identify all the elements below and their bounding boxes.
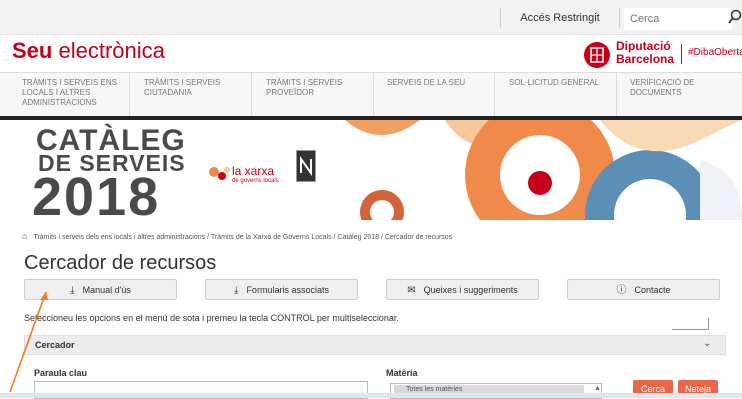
search-icon[interactable] [728,9,742,25]
envelope-icon: ✉ [407,285,416,296]
home-icon[interactable]: ⌂ [22,231,27,241]
brand-rest: electrònica [52,38,165,63]
dipu-line2: Barcelona [616,52,675,66]
xarxa-subtext: de governs locals [232,178,279,184]
complaints-label: Queixes i suggeriments [423,285,518,295]
forms-button[interactable]: ⤓ Formularis associats [205,279,358,300]
search-input[interactable] [624,8,732,30]
nav-item-ens-locals[interactable]: TRÀMITS I SERVEIS ENS LOCALS I ALTRES AD… [14,73,130,117]
matter-label: Matèria [386,368,418,378]
n-badge-icon [300,155,312,177]
xarxa-text: la xarxa [232,164,275,178]
select-arrow-icon[interactable]: ▲ [594,385,601,392]
quality-badge-icon [296,150,316,182]
nav-item-proveidor[interactable]: TRÀMITS I SERVEIS PROVEÏDOR [258,73,374,117]
info-icon: ⓘ [616,285,627,296]
restricted-access-link[interactable]: Accés Restringit [500,8,620,28]
chevron-down-icon[interactable]: ⌄ [703,338,711,349]
diputacio-logo-icon[interactable] [584,42,610,68]
annotation-arrow-icon [9,291,48,393]
search-panel-header[interactable]: Cercador ⌄ [24,335,726,355]
seal-icon [590,47,604,63]
catalog-banner: CATÀLEG DE SERVEIS 2018 la xarxa de gove… [0,120,742,220]
instructions-text: Seleccioneu les opcions en el menú de so… [24,313,399,323]
diputacio-logo-text[interactable]: Diputació Barcelona [616,40,674,66]
contact-button[interactable]: ⓘ Contacte [567,279,720,300]
nav-item-ciutadania[interactable]: TRÀMITS I SERVEIS CIUTADANIA [136,73,252,117]
bottom-highlight-strip [0,393,742,398]
xarxa-logo-icon [209,167,230,180]
banner-year: 2018 [32,167,161,220]
main-nav: TRÀMITS I SERVEIS ENS LOCALS I ALTRES AD… [0,72,742,117]
top-utility-bar: Accés Restringit [0,0,742,35]
decorative-corner [672,318,709,330]
header-divider [681,44,682,64]
download-icon: ⤓ [234,285,239,296]
site-brand[interactable]: Seu electrònica [12,38,165,64]
contact-label: Contacte [634,285,671,295]
hashtag-link[interactable]: #DibaOberta [688,47,742,58]
nav-item-verificacio[interactable]: VERIFICACIÓ DE DOCUMENTS [622,73,738,117]
forms-label: Formularis associats [246,285,329,295]
breadcrumb: ⌂ Tràmits i serveis dels ens locals i alt… [22,231,452,241]
manual-label: Manual d'ús [82,285,131,295]
nav-item-serveis-seu[interactable]: SERVEIS DE LA SEU [379,73,495,117]
download-icon: ⤓ [70,285,75,296]
page-title: Cercador de recursos [24,252,217,274]
breadcrumb-path[interactable]: Tràmits i serveis dels ens locals i altr… [33,234,452,241]
brand-bold: Seu [12,38,53,63]
complaints-button[interactable]: ✉ Queixes i suggeriments [386,279,539,300]
nav-item-sollicitud[interactable]: SOL·LICITUD GENERAL [501,73,617,117]
